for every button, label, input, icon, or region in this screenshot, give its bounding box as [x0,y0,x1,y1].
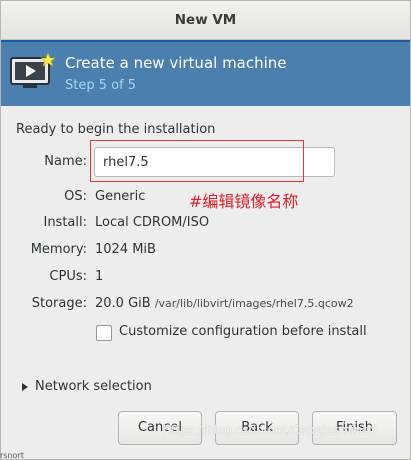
annotation-text: #编辑镜像名称 [189,192,299,211]
expander-arrow-icon[interactable] [22,383,28,391]
background-fragment: rsnort [0,452,24,460]
install-value: Local CDROM/ISO [95,215,210,230]
customize-checkbox[interactable] [96,325,112,341]
finish-button[interactable]: Finish [312,411,397,445]
back-button[interactable]: Back [215,411,299,445]
storage-path: /var/lib/libvirt/images/rhel7.5.qcow2 [154,297,354,310]
name-label: Name: [44,154,87,169]
storage-label: Storage: [31,296,87,311]
cpus-value: 1 [95,269,104,284]
storage-value: 20.0 GiB /var/lib/libvirt/images/rhel7.5… [95,296,354,311]
os-label: OS: [64,189,87,204]
monitor-play-icon [10,52,55,88]
cpus-label: CPUs: [49,269,87,284]
banner-step: Step 5 of 5 [65,78,137,93]
name-field[interactable] [94,147,335,177]
banner-title: Create a new virtual machine [65,54,287,72]
customize-label[interactable]: Customize configuration before install [119,324,367,339]
os-value: Generic [95,189,146,204]
memory-label: Memory: [30,242,87,257]
storage-size: 20.0 GiB [95,296,151,311]
section-title: Ready to begin the installation [16,122,216,137]
install-label: Install: [43,215,87,230]
window-title: New VM [1,1,410,40]
header-banner: Create a new virtual machine Step 5 of 5 [1,40,410,106]
memory-value: 1024 MiB [95,242,156,257]
new-vm-dialog: New VM Create a new virtual machine Step… [0,0,411,460]
cancel-button[interactable]: Cancel [118,411,202,445]
network-selection-expander[interactable]: Network selection [35,379,152,394]
